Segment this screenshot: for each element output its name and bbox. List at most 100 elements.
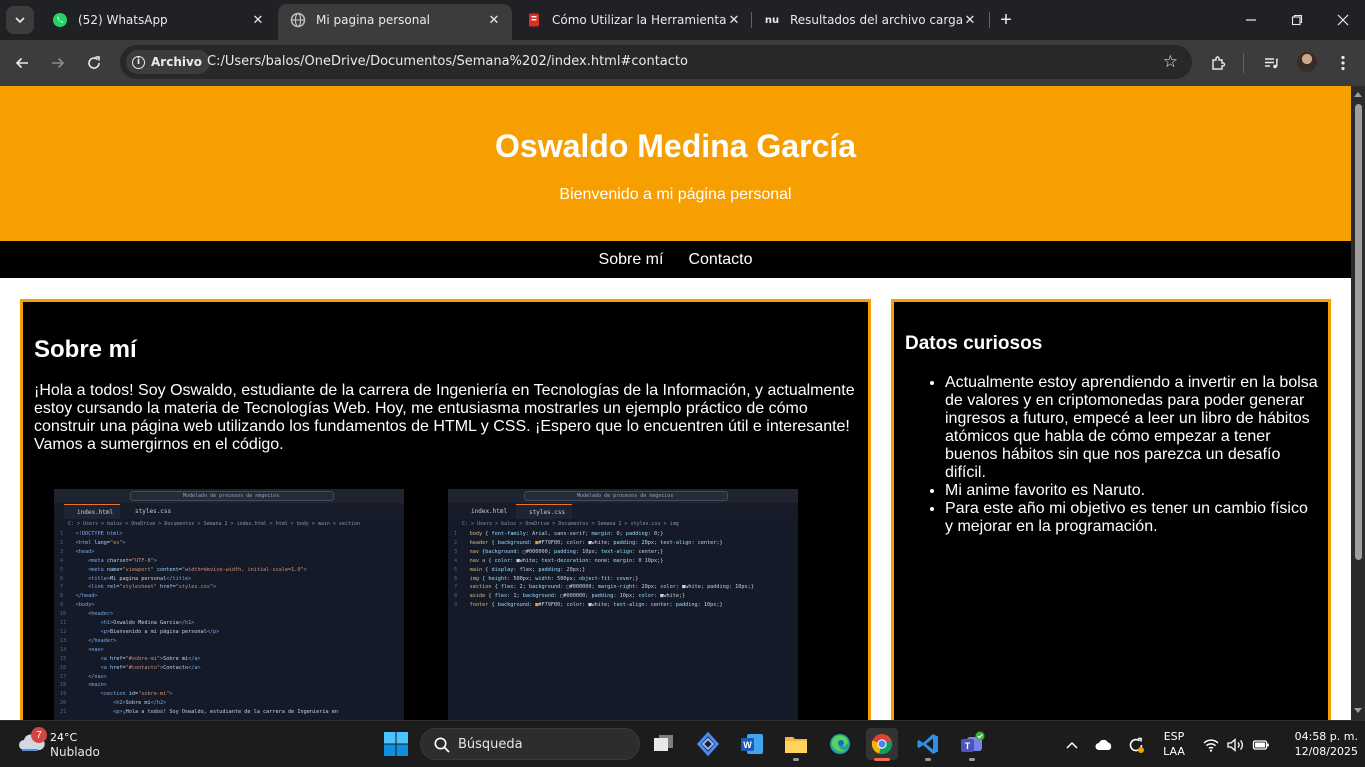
running-indicator xyxy=(969,758,975,761)
restore-icon xyxy=(1291,14,1303,26)
editor-title-bar: Modelado de procesos de negocios xyxy=(54,489,404,503)
arrow-left-icon xyxy=(15,57,28,69)
back-button[interactable] xyxy=(8,49,36,77)
code-block: 1 body { font-family: Arial, sans-serif;… xyxy=(454,531,754,609)
code-screenshot-css: Modelado de procesos de negocios index.h… xyxy=(448,489,798,720)
chevron-down-icon xyxy=(15,17,25,24)
forward-button[interactable] xyxy=(44,49,72,77)
close-window-button[interactable] xyxy=(1320,0,1365,40)
editor-search: Modelado de procesos de negocios xyxy=(130,491,334,501)
fun-facts-list: Actualmente estoy aprendiendo a invertir… xyxy=(945,374,1318,536)
minimize-button[interactable] xyxy=(1228,0,1274,40)
chrome-icon[interactable] xyxy=(866,728,898,761)
plus-icon: + xyxy=(1000,8,1012,31)
whatsapp-icon xyxy=(52,12,68,28)
taskbar-search-placeholder: Búsqueda xyxy=(458,737,523,752)
browser-toolbar: i Archivo C:/Users/balos/OneDrive/Docume… xyxy=(0,40,1365,86)
tab-title: Cómo Utilizar la Herramienta de xyxy=(552,13,726,27)
info-icon: i xyxy=(132,55,145,69)
editor-breadcrumb: C: > Users > balos > OneDrive > Document… xyxy=(462,521,679,527)
address-bar[interactable]: i Archivo C:/Users/balos/OneDrive/Docume… xyxy=(120,45,1192,79)
file-explorer-icon[interactable] xyxy=(780,728,812,761)
close-icon[interactable]: ✕ xyxy=(726,12,742,28)
site-info-label: Archivo xyxy=(151,55,203,69)
editor-title-bar: Modelado de procesos de negocios xyxy=(448,489,798,503)
editor-tabs: index.html styles.css xyxy=(54,503,404,519)
svg-text:W: W xyxy=(743,740,752,750)
scroll-down-icon[interactable] xyxy=(1354,708,1362,713)
running-indicator xyxy=(793,758,799,761)
editor-tab: index.html xyxy=(64,504,120,519)
clock-date: 12/08/2025 xyxy=(1294,745,1358,758)
profile-avatar[interactable] xyxy=(1297,52,1317,72)
system-clock[interactable]: 04:58 p. m. 12/08/2025 xyxy=(1278,729,1358,759)
taskbar-search[interactable]: Búsqueda xyxy=(420,728,640,760)
site-title: Oswaldo Medina García xyxy=(495,128,856,164)
restore-button[interactable] xyxy=(1274,0,1320,40)
copilot-icon[interactable] xyxy=(692,728,724,760)
about-paragraph: ¡Hola a todos! Soy Oswaldo, estudiante d… xyxy=(34,382,855,453)
tab-search-button[interactable] xyxy=(6,6,34,34)
editor-tab: index.html xyxy=(471,508,508,515)
start-button[interactable] xyxy=(383,731,409,757)
media-controls-icon[interactable] xyxy=(1258,50,1284,76)
editor-search: Modelado de procesos de negocios xyxy=(524,491,728,501)
list-item: Para este año mi objetivo es tener un ca… xyxy=(945,500,1318,536)
site-nav: Sobre mí Contacto xyxy=(0,241,1351,278)
close-icon[interactable]: ✕ xyxy=(962,12,978,28)
tab-whatsapp[interactable]: (52) WhatsApp ✕ xyxy=(40,4,276,36)
fun-facts-aside: Datos curiosos Actualmente estoy aprendi… xyxy=(891,299,1331,720)
minimize-icon xyxy=(1246,19,1256,21)
nav-link-contacto[interactable]: Contacto xyxy=(688,251,752,269)
wifi-icon[interactable] xyxy=(1201,721,1221,767)
windows-logo-icon xyxy=(384,732,408,756)
url-text[interactable]: C:/Users/balos/OneDrive/Documentos/Seman… xyxy=(207,54,688,69)
menu-kebab-icon[interactable] xyxy=(1330,50,1356,76)
list-item: Actualmente estoy aprendiendo a invertir… xyxy=(945,374,1318,482)
site-info-chip[interactable]: i Archivo xyxy=(126,50,211,74)
arrow-right-icon xyxy=(52,57,65,69)
tab-resultados[interactable]: nu Resultados del archivo cargado ✕ xyxy=(752,4,988,36)
site-subtitle: Bienvenido a mi página personal xyxy=(559,186,792,203)
weather-condition: Nublado xyxy=(50,745,100,759)
list-item: Mi anime favorito es Naruto. xyxy=(945,482,1318,500)
battery-icon[interactable] xyxy=(1250,721,1272,767)
notification-badge: 7 xyxy=(31,727,47,743)
editor-tab: styles.css xyxy=(516,504,572,519)
chevron-up-icon[interactable] xyxy=(1062,721,1082,767)
page-scrollbar[interactable] xyxy=(1351,86,1365,720)
bookmark-star-icon[interactable]: ☆ xyxy=(1163,52,1178,72)
weather-widget[interactable]: 7 24°C Nublado xyxy=(18,727,118,763)
volume-icon[interactable] xyxy=(1225,721,1247,767)
word-icon[interactable]: W xyxy=(736,728,768,760)
scroll-up-icon[interactable] xyxy=(1354,92,1362,97)
active-indicator xyxy=(874,758,890,761)
tab-strip: (52) WhatsApp ✕ Mi pagina personal ✕ Cóm… xyxy=(0,0,1365,40)
extensions-icon[interactable] xyxy=(1205,50,1231,76)
code-block: 1 <!DOCTYPE html> 2 <html lang="es"> 3 <… xyxy=(60,531,338,716)
onedrive-cloud-icon[interactable] xyxy=(1093,721,1115,767)
tab-mi-pagina-personal[interactable]: Mi pagina personal ✕ xyxy=(278,4,512,40)
language-indicator[interactable]: ESP LAA xyxy=(1157,729,1191,759)
site-header: Oswaldo Medina García Bienvenido a mi pá… xyxy=(0,86,1351,241)
scrollbar-thumb[interactable] xyxy=(1355,104,1362,560)
reload-button[interactable] xyxy=(80,49,108,77)
update-sync-icon[interactable] xyxy=(1124,721,1148,767)
nav-link-sobre-mi[interactable]: Sobre mí xyxy=(599,251,664,269)
close-icon[interactable]: ✕ xyxy=(486,12,502,28)
clock-time: 04:58 p. m. xyxy=(1294,730,1358,743)
close-icon[interactable]: ✕ xyxy=(250,12,266,28)
new-tab-button[interactable]: + xyxy=(994,8,1018,32)
nu-icon: nu xyxy=(764,14,780,26)
task-view-icon[interactable] xyxy=(648,728,680,760)
toolbar-separator xyxy=(1243,53,1244,73)
close-icon xyxy=(1337,14,1349,26)
code-screenshot-html: Modelado de procesos de negocios index.h… xyxy=(54,489,404,720)
edge-icon[interactable] xyxy=(824,728,856,760)
vscode-icon[interactable] xyxy=(912,728,944,761)
teams-icon[interactable]: T xyxy=(956,728,988,761)
about-section: Sobre mí ¡Hola a todos! Soy Oswaldo, est… xyxy=(20,299,871,720)
tab-pdf[interactable]: Cómo Utilizar la Herramienta de ✕ xyxy=(514,4,752,36)
windows-taskbar: 7 24°C Nublado Búsqueda W T ESP LAA 04:5… xyxy=(0,720,1365,767)
tab-title: Resultados del archivo cargado xyxy=(790,13,962,27)
